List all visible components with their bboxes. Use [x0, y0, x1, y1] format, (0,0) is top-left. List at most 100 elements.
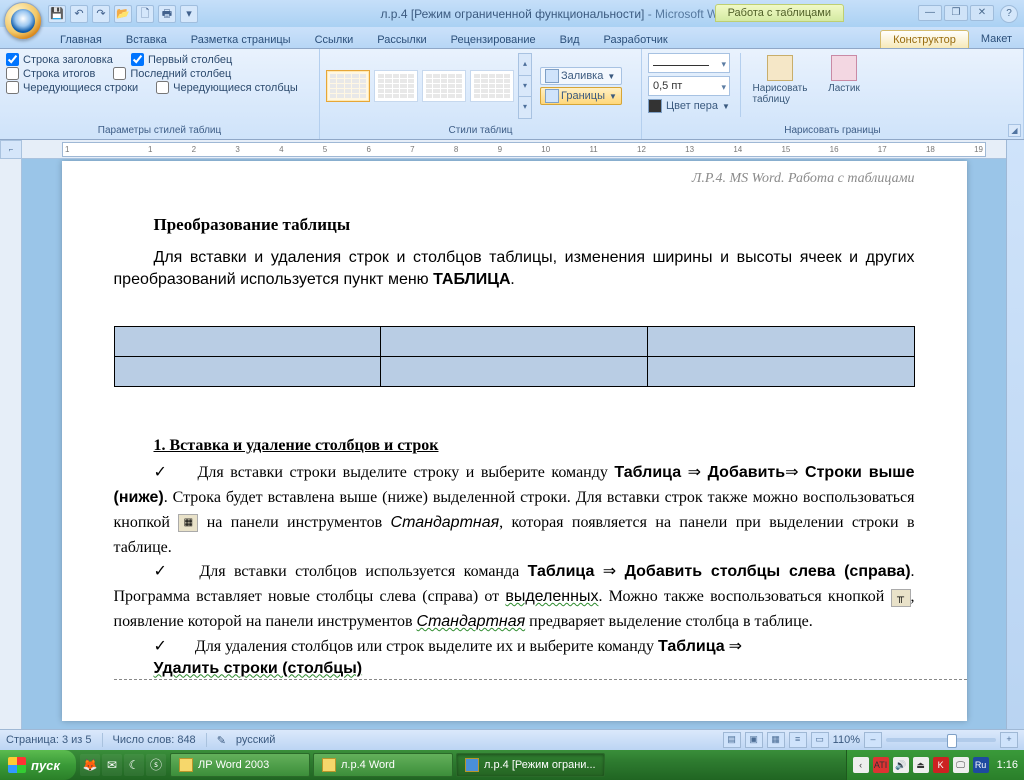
view-fullscreen-icon[interactable]: ▣	[745, 732, 763, 748]
tab-review[interactable]: Рецензирование	[439, 31, 548, 48]
line-style-combo[interactable]	[648, 53, 730, 73]
status-bar: Страница: 3 из 5 Число слов: 848 ✎ русск…	[0, 729, 1024, 750]
start-button[interactable]: пуск	[0, 750, 76, 780]
tray-display-icon[interactable]: 🖵	[953, 757, 969, 773]
tab-page-layout[interactable]: Разметка страницы	[179, 31, 303, 48]
vertical-scrollbar[interactable]	[1006, 140, 1024, 729]
check-total-row[interactable]: Строка итогов	[6, 67, 95, 80]
gallery-up-icon[interactable]: ▴	[519, 54, 531, 76]
document-viewport[interactable]: Л.Р.4. MS Word. Работа с таблицами Преоб…	[22, 159, 1006, 729]
table-style-thumbnail[interactable]	[422, 70, 466, 102]
tab-references[interactable]: Ссылки	[303, 31, 366, 48]
horizontal-ruler[interactable]: 112345678910111213141516171819	[22, 140, 1006, 159]
line-weight-combo[interactable]: 0,5 пт	[648, 76, 730, 96]
taskbar-item[interactable]: л.р.4 [Режим ограни...	[456, 753, 605, 777]
check-banded-rows[interactable]: Чередующиеся строки	[6, 81, 138, 94]
help-button[interactable]: ?	[1000, 5, 1018, 23]
dialog-launcher-icon[interactable]: ◢	[1008, 124, 1021, 137]
maximize-button[interactable]: ❐	[944, 5, 968, 21]
view-web-icon[interactable]: ▦	[767, 732, 785, 748]
system-tray: ‹ ATI 🔊 ⏏ K 🖵 Ru 1:16	[846, 750, 1024, 780]
view-draft-icon[interactable]: ▭	[811, 732, 829, 748]
chevron-down-icon[interactable]: ▼	[609, 92, 617, 101]
group-title: Стили таблиц	[326, 123, 635, 138]
check-header-row[interactable]: Строка заголовка	[6, 53, 113, 66]
gallery-down-icon[interactable]: ▾	[519, 76, 531, 98]
tray-icon[interactable]: ‹	[853, 757, 869, 773]
gallery-more-icon[interactable]: ▾	[519, 97, 531, 118]
folder-icon	[179, 758, 193, 772]
tray-antivirus-icon[interactable]: K	[933, 757, 949, 773]
tray-volume-icon[interactable]: 🔊	[893, 757, 909, 773]
status-language[interactable]: русский	[236, 734, 275, 746]
draw-table-button[interactable]: Нарисовать таблицу	[751, 53, 809, 107]
gallery-scroll[interactable]: ▴▾▾	[518, 53, 532, 119]
window-controls: — ❐ ✕ ?	[918, 5, 1018, 23]
view-print-layout-icon[interactable]: ▤	[723, 732, 741, 748]
tab-mailings[interactable]: Рассылки	[365, 31, 438, 48]
tab-view[interactable]: Вид	[548, 31, 592, 48]
check-banded-cols[interactable]: Чередующиеся столбцы	[156, 81, 298, 94]
insert-column-icon: ╥	[891, 589, 911, 607]
insert-row-icon: ▦	[178, 514, 198, 532]
tab-table-layout[interactable]: Макет	[969, 30, 1024, 48]
tab-table-design[interactable]: Конструктор	[880, 30, 969, 48]
taskbar: пуск 🦊 ✉ ☾ ⓢ ЛР Word 2003 л.р.4 Word л.р…	[0, 750, 1024, 780]
pencil-table-icon	[767, 55, 793, 81]
zoom-slider[interactable]	[886, 738, 996, 742]
doc-cutoff-line: Удалить строки (столбцы)	[154, 660, 915, 678]
taskbar-clock[interactable]: 1:16	[997, 759, 1018, 771]
folder-icon	[322, 758, 336, 772]
office-button[interactable]	[4, 2, 42, 40]
contextual-tab-group-label: Работа с таблицами	[715, 4, 844, 22]
view-outline-icon[interactable]: ≡	[789, 732, 807, 748]
quick-launch: 🦊 ✉ ☾ ⓢ	[80, 754, 166, 776]
zoom-in-button[interactable]: +	[1000, 732, 1018, 748]
quicklaunch-icon[interactable]: ☾	[124, 754, 144, 776]
minimize-button[interactable]: —	[918, 5, 942, 21]
check-last-column[interactable]: Последний столбец	[113, 67, 231, 80]
tray-usb-icon[interactable]: ⏏	[913, 757, 929, 773]
taskbar-item[interactable]: ЛР Word 2003	[170, 753, 310, 777]
status-page[interactable]: Страница: 3 из 5	[6, 734, 92, 746]
tray-ati-icon[interactable]: ATI	[873, 757, 889, 773]
qat-open-icon[interactable]: 📂	[114, 5, 132, 23]
vertical-ruler[interactable]	[0, 159, 22, 729]
qat-more-icon[interactable]: ▾	[180, 5, 198, 23]
pen-color-icon	[648, 99, 662, 113]
tab-developer[interactable]: Разработчик	[592, 31, 680, 48]
status-spellcheck-icon[interactable]: ✎	[217, 734, 226, 747]
shading-button[interactable]: Заливка▼	[540, 67, 622, 85]
borders-button[interactable]: Границы▼	[540, 87, 622, 105]
qat-redo-icon[interactable]: ↷	[92, 5, 110, 23]
close-button[interactable]: ✕	[970, 5, 994, 21]
doc-heading: Преобразование таблицы	[154, 215, 915, 235]
table-style-thumbnail[interactable]	[470, 70, 514, 102]
doc-list-item: ✓Для удаления столбцов или строк выделит…	[114, 635, 915, 660]
status-word-count[interactable]: Число слов: 848	[113, 734, 196, 746]
quicklaunch-icon[interactable]: ⓢ	[146, 754, 166, 776]
page[interactable]: Л.Р.4. MS Word. Работа с таблицами Преоб…	[62, 161, 967, 721]
language-indicator[interactable]: Ru	[973, 757, 989, 773]
tab-home[interactable]: Главная	[48, 31, 114, 48]
group-table-style-options: Строка заголовка Первый столбец Строка и…	[0, 49, 320, 139]
taskbar-item[interactable]: л.р.4 Word	[313, 753, 453, 777]
zoom-out-button[interactable]: –	[864, 732, 882, 748]
tab-insert[interactable]: Вставка	[114, 31, 179, 48]
zoom-level[interactable]: 110%	[833, 734, 860, 746]
pen-color-button[interactable]: Цвет пера▼	[648, 99, 730, 113]
ruler-corner[interactable]: ⌐	[0, 140, 22, 159]
qat-new-icon[interactable]: 🗋	[136, 5, 154, 23]
check-first-column[interactable]: Первый столбец	[131, 53, 232, 66]
qat-save-icon[interactable]: 💾	[48, 5, 66, 23]
qat-print-icon[interactable]: 🖶	[158, 5, 176, 23]
table-style-thumbnail[interactable]	[374, 70, 418, 102]
table-style-thumbnail[interactable]	[326, 70, 370, 102]
eraser-button[interactable]: Ластик	[815, 53, 873, 96]
group-title: Нарисовать границы	[648, 123, 1017, 138]
chevron-down-icon[interactable]: ▼	[607, 72, 615, 81]
selected-table[interactable]	[114, 326, 915, 387]
quicklaunch-icon[interactable]: 🦊	[80, 754, 100, 776]
quicklaunch-icon[interactable]: ✉	[102, 754, 122, 776]
qat-undo-icon[interactable]: ↶	[70, 5, 88, 23]
